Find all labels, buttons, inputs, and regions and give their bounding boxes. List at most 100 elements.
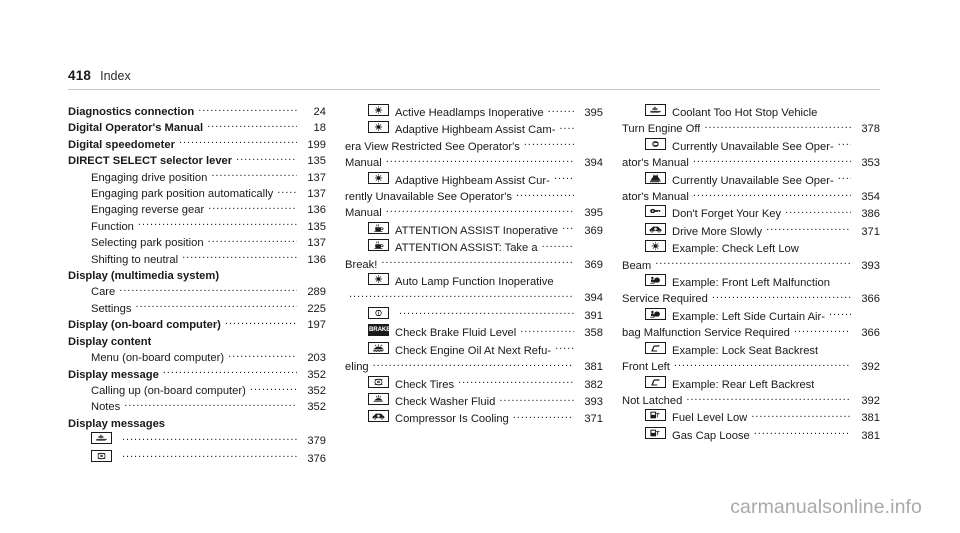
- index-entry: Calling up (on-board computer) 352: [68, 383, 326, 399]
- index-entry: Turn Engine Off 378: [622, 121, 880, 137]
- index-entry: Coolant Too Hot Stop Vehicle: [622, 104, 880, 121]
- leader-dots: [686, 393, 851, 404]
- entry-label: Check Washer Fluid: [395, 395, 496, 408]
- leader-dots: [179, 137, 297, 148]
- entry-page-number: 352: [307, 384, 326, 397]
- leader-dots: [516, 189, 574, 200]
- index-entry: ator's Manual 353: [622, 155, 880, 171]
- entry-page-number: 393: [861, 259, 880, 272]
- entry-label: Service Required: [622, 293, 708, 306]
- index-entry: Example: Rear Left Backrest: [622, 375, 880, 393]
- entry-label: Beam: [622, 259, 652, 272]
- index-entry: Engaging park position automatically 137: [68, 186, 326, 202]
- entry-page-number: 378: [861, 123, 880, 136]
- index-entry: Fuel Level Low 381: [622, 409, 880, 426]
- leader-dots: [211, 170, 297, 181]
- entry-label: Check Tires: [395, 378, 455, 391]
- leader-dots: [693, 155, 851, 166]
- entry-label: Example: Check Left Low: [672, 243, 799, 256]
- column-1: Diagnostics connection 24 Digital Operator…: [68, 104, 326, 467]
- entry-page-number: 358: [584, 327, 603, 340]
- entry-page-number: 379: [307, 435, 326, 448]
- index-entry: bag Malfunction Service Required 366: [622, 325, 880, 341]
- index-entry: Adaptive Highbeam Assist Cam-: [345, 121, 603, 138]
- airbag-icon: [645, 307, 666, 320]
- leader-dots: [562, 223, 574, 234]
- entry-page-number: 366: [861, 293, 880, 306]
- entry-label: Check Engine Oil At Next Refu-: [395, 344, 552, 357]
- entry-page-number: 381: [861, 429, 880, 442]
- entry-label: Notes: [91, 401, 121, 414]
- index-heading: Display (multimedia system): [68, 268, 326, 284]
- brake-wear-icon: [368, 306, 389, 319]
- entry-page-number: 225: [307, 302, 326, 315]
- entry-label: Auto Lamp Function Inoperative: [395, 276, 554, 289]
- index-entry: Shifting to neutral 136: [68, 252, 326, 268]
- index-entry: Check Tires 382: [345, 375, 603, 393]
- entry-label: eling: [345, 361, 369, 374]
- leader-dots: [542, 240, 574, 251]
- entry-label: bag Malfunction Service Required: [622, 327, 790, 340]
- entry-page-number: 199: [307, 138, 326, 151]
- header-divider: [68, 89, 880, 90]
- leader-dots: [524, 139, 574, 150]
- entry-label: Coolant Too Hot Stop Vehicle: [672, 107, 818, 119]
- index-entry: Function 135: [68, 219, 326, 235]
- watermark: carmanualsonline.info: [730, 496, 922, 518]
- entry-label: Manual: [345, 157, 382, 170]
- leader-dots: [712, 291, 851, 302]
- entry-label: Display (on-board computer): [68, 319, 221, 332]
- index-entry: 379: [68, 432, 326, 449]
- leader-dots: [554, 173, 574, 184]
- entry-page-number: 382: [584, 378, 603, 391]
- leader-dots: [555, 343, 574, 354]
- entry-label: Turn Engine Off: [622, 123, 701, 136]
- headlamp-icon: [645, 240, 666, 253]
- headlamp-icon: [368, 121, 389, 134]
- entry-page-number: 371: [584, 413, 603, 426]
- brake-text-icon: BRAKE: [368, 324, 390, 337]
- car-ac-icon: [645, 222, 666, 235]
- leader-dots: [208, 202, 297, 213]
- entry-label: DIRECT SELECT selector lever: [68, 155, 233, 168]
- index-entry: Engaging drive position 137: [68, 170, 326, 186]
- entry-page-number: 197: [307, 319, 326, 332]
- index-heading: Display messages: [68, 416, 326, 432]
- index-entry: Don't Forget Your Key 386: [622, 205, 880, 222]
- coffee-cup-icon: [368, 239, 389, 252]
- entry-page-number: 386: [861, 208, 880, 221]
- headlamp-icon: [368, 171, 389, 184]
- entry-label: Settings: [91, 302, 132, 315]
- leader-dots: [228, 350, 297, 361]
- index-heading: Display content: [68, 334, 326, 350]
- entry-page-number: 381: [861, 412, 880, 425]
- index-entry: Example: Front Left Malfunction: [622, 274, 880, 291]
- entry-page-number: 289: [307, 286, 326, 299]
- entry-page-number: 392: [861, 361, 880, 374]
- index-columns: Diagnostics connection 24 Digital Operator…: [68, 104, 880, 467]
- entry-page-number: 203: [307, 352, 326, 365]
- fuel-pump-icon: [645, 409, 666, 422]
- entry-label: ATTENTION ASSIST: Take a: [395, 242, 538, 255]
- entry-page-number: 24: [313, 106, 326, 118]
- entry-label: Digital Operator's Manual: [68, 122, 204, 135]
- index-entry: Example: Left Side Curtain Air-: [622, 307, 880, 325]
- leader-dots: [399, 308, 574, 319]
- index-entry: Auto Lamp Function Inoperative: [345, 273, 603, 290]
- leader-dots: [559, 122, 574, 133]
- index-entry: eling 381: [345, 359, 603, 375]
- index-entry: Front Left 392: [622, 359, 880, 375]
- leader-dots: [499, 394, 574, 405]
- entry-label: Fuel Level Low: [672, 412, 748, 425]
- entry-label: Example: Lock Seat Backrest: [672, 344, 819, 357]
- entry-label: Front Left: [622, 361, 670, 374]
- index-entry: ATTENTION ASSIST: Take a: [345, 239, 603, 256]
- leader-dots: [182, 252, 297, 263]
- index-entry: Digital Operator's Manual 18: [68, 120, 326, 136]
- entry-page-number: 352: [307, 368, 326, 381]
- entry-label: rently Unavailable See Operator's: [345, 191, 512, 204]
- coffee-cup-icon: [368, 221, 389, 234]
- leader-dots: [373, 359, 574, 370]
- steering-wheel-icon: [645, 137, 666, 150]
- page-number: 418: [68, 68, 92, 83]
